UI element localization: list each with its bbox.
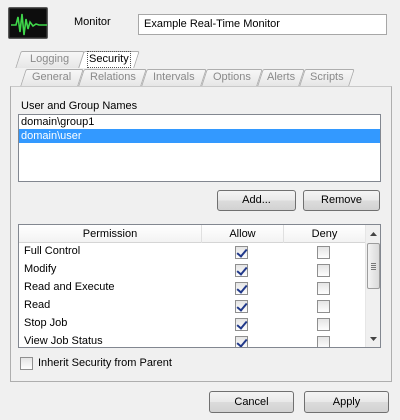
inherit-security-label[interactable]: Inherit Security from Parent xyxy=(38,357,172,369)
scroll-up-arrow-icon[interactable] xyxy=(367,226,380,241)
cancel-button[interactable]: Cancel xyxy=(209,391,294,413)
monitor-name-field[interactable]: Example Real-Time Monitor xyxy=(138,14,387,35)
tab-scripts[interactable]: Scripts xyxy=(299,69,355,86)
tab-relations-label: Relations xyxy=(89,71,136,83)
permission-name: View Job Status xyxy=(24,335,103,347)
tab-logging[interactable]: Logging xyxy=(15,51,85,68)
table-row: Stop Job xyxy=(19,315,365,333)
tab-intervals[interactable]: Intervals xyxy=(141,69,207,86)
table-row: Full Control xyxy=(19,243,365,261)
inherit-security-checkbox[interactable] xyxy=(20,357,33,370)
allow-checkbox[interactable] xyxy=(235,282,248,295)
permission-name: Read and Execute xyxy=(24,281,115,293)
tab-alerts-label: Alerts xyxy=(266,71,296,83)
table-row: Read xyxy=(19,297,365,315)
deny-checkbox[interactable] xyxy=(317,246,330,259)
column-header-allow[interactable]: Allow xyxy=(202,225,284,243)
waveform-monitor-icon xyxy=(8,7,48,39)
column-header-permission[interactable]: Permission xyxy=(19,225,202,243)
tab-general[interactable]: General xyxy=(20,69,84,86)
table-row: Modify xyxy=(19,261,365,279)
tab-options-label: Options xyxy=(213,71,251,83)
user-group-list[interactable]: domain\group1 domain\user xyxy=(18,114,381,182)
deny-checkbox[interactable] xyxy=(317,300,330,313)
allow-checkbox[interactable] xyxy=(235,264,248,277)
scrollbar-thumb[interactable] xyxy=(367,243,380,289)
permissions-table: Permission Allow Deny Full Control Modif… xyxy=(18,224,381,348)
allow-checkbox[interactable] xyxy=(235,246,248,259)
add-button[interactable]: Add... xyxy=(217,190,296,211)
tab-intervals-label: Intervals xyxy=(153,71,195,83)
list-item[interactable]: domain\user xyxy=(19,129,380,143)
monitor-label: Monitor xyxy=(74,16,111,28)
tab-relations[interactable]: Relations xyxy=(78,69,147,86)
allow-checkbox[interactable] xyxy=(235,336,248,347)
table-row: View Job Status xyxy=(19,333,365,347)
permission-name: Full Control xyxy=(24,245,81,257)
remove-button[interactable]: Remove xyxy=(303,190,380,211)
deny-checkbox[interactable] xyxy=(317,318,330,331)
permissions-scrollbar[interactable] xyxy=(365,225,380,347)
deny-checkbox[interactable] xyxy=(317,264,330,277)
apply-button[interactable]: Apply xyxy=(304,391,389,413)
names-caption: User and Group Names xyxy=(21,100,138,112)
tab-security[interactable]: Security xyxy=(78,51,140,68)
permission-name: Stop Job xyxy=(24,317,68,329)
allow-checkbox[interactable] xyxy=(235,318,248,331)
tab-logging-label: Logging xyxy=(30,53,70,65)
tab-options[interactable]: Options xyxy=(201,69,263,86)
table-row: Read and Execute xyxy=(19,279,365,297)
deny-checkbox[interactable] xyxy=(317,282,330,295)
tab-alerts[interactable]: Alerts xyxy=(257,69,305,86)
column-header-deny[interactable]: Deny xyxy=(284,225,365,243)
allow-checkbox[interactable] xyxy=(235,300,248,313)
tab-scripts-label: Scripts xyxy=(310,71,344,83)
scroll-down-arrow-icon[interactable] xyxy=(367,331,380,346)
tab-security-label: Security xyxy=(87,51,131,68)
permission-name: Modify xyxy=(24,263,57,275)
deny-checkbox[interactable] xyxy=(317,336,330,347)
list-item[interactable]: domain\group1 xyxy=(19,115,380,129)
tab-general-label: General xyxy=(32,71,72,83)
permission-name: Read xyxy=(24,299,51,311)
permissions-table-header: Permission Allow Deny xyxy=(19,225,365,243)
